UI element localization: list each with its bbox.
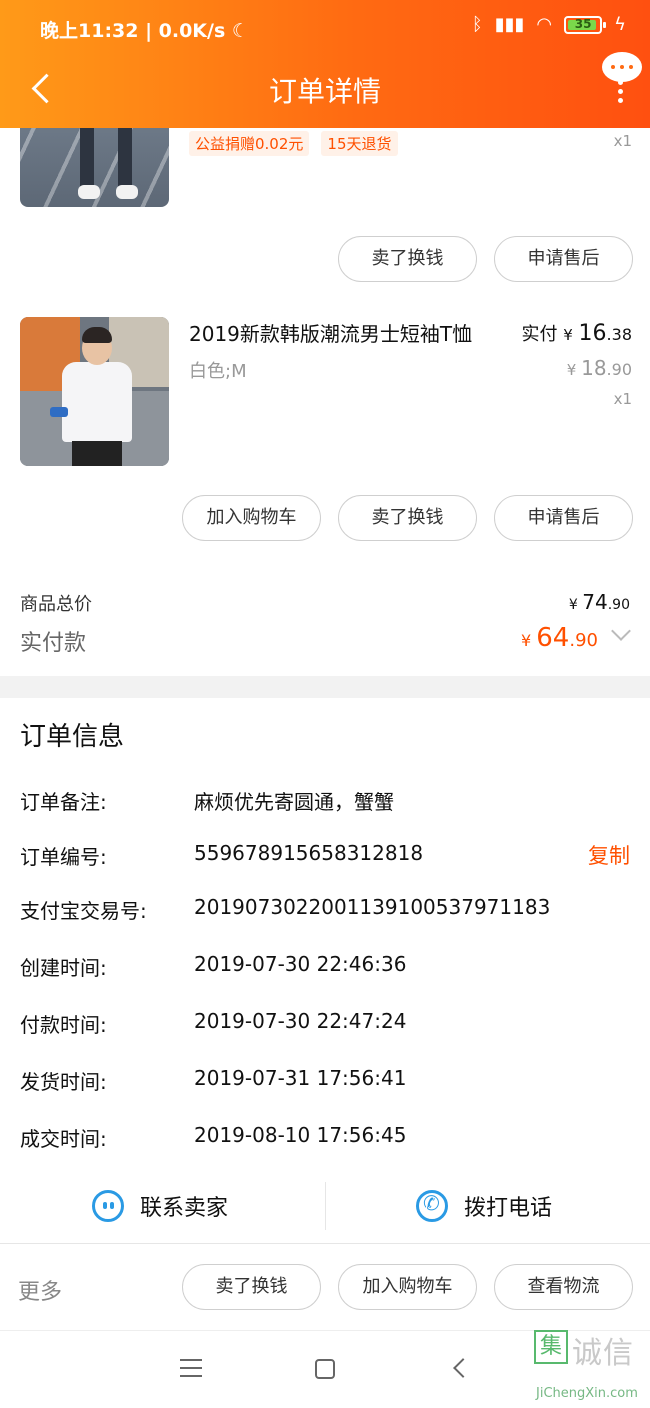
contact-bar: 联系卖家 拨打电话 (0, 1172, 650, 1244)
watermark-logo: 集 诚信 JiChengXin.com (530, 1328, 648, 1406)
info-row-remark: 订单备注: 麻烦优先寄圆通，蟹蟹 (20, 786, 630, 816)
chat-bubble-icon[interactable] (602, 52, 642, 82)
contact-seller-button[interactable]: 联系卖家 (92, 1186, 228, 1226)
call-phone-button[interactable]: 拨打电话 (416, 1186, 552, 1226)
watermark-text: 诚信 (572, 1336, 634, 1371)
info-value: 2019073022001139100537971183 (194, 895, 551, 919)
total-integer: 74 (582, 590, 608, 614)
currency-symbol: ¥ (520, 631, 532, 650)
product-2-after-sales-button[interactable]: 申请售后 (494, 495, 633, 541)
section-divider (0, 676, 650, 698)
info-key: 发货时间: (20, 1070, 107, 1094)
view-logistics-button[interactable]: 查看物流 (494, 1264, 633, 1310)
paid-amount-decimal: .90 (569, 630, 598, 651)
more-options-icon[interactable] (612, 80, 628, 104)
order-info-title: 订单信息 (20, 722, 125, 752)
app-header: 晚上11:32 | 0.0K/s ☾ ᛒ ▮▮▮ ◠ 35 ϟ 订单详情 (0, 0, 650, 128)
status-bar: 晚上11:32 | 0.0K/s ☾ ᛒ ▮▮▮ ◠ 35 ϟ (0, 0, 650, 60)
copy-order-number-button[interactable]: 复制 (588, 840, 630, 870)
contact-divider (325, 1182, 326, 1230)
call-phone-label: 拨打电话 (464, 1196, 553, 1221)
info-value: 2019-07-30 22:47:24 (194, 1009, 407, 1033)
info-row-alipay-number: 支付宝交易号: 2019073022001139100537971183 (20, 895, 630, 925)
watermark-url: JiChengXin.com (536, 1386, 638, 1401)
contact-seller-label: 联系卖家 (140, 1196, 229, 1221)
goods-total-value: ¥ 74.90 (569, 590, 630, 614)
currency-symbol: ¥ (568, 597, 578, 613)
info-row-paid-time: 付款时间: 2019-07-30 22:47:24 (20, 1009, 630, 1039)
status-icons: ᛒ ▮▮▮ ◠ 35 ϟ (472, 14, 626, 35)
product-2-title[interactable]: 2019新款韩版潮流男士短袖T恤 (189, 318, 472, 347)
info-key: 创建时间: (20, 956, 107, 980)
signal-icon: ▮▮▮ (494, 14, 525, 35)
goods-total-label: 商品总价 (20, 594, 92, 615)
info-row-order-number: 订单编号: 559678915658312818 (20, 841, 630, 871)
menu-icon[interactable] (180, 1359, 202, 1377)
return-policy-tag: 15天退货 (321, 131, 398, 156)
product-1-quantity: x1 (613, 132, 632, 150)
info-value: 2019-08-10 17:56:45 (194, 1123, 407, 1147)
paid-amount-value[interactable]: ¥ 64.90 (521, 623, 598, 653)
currency-symbol: ¥ (563, 326, 573, 344)
paid-integer: 16 (578, 321, 607, 346)
info-row-shipped-time: 发货时间: 2019-07-31 17:56:41 (20, 1066, 630, 1096)
product-2-original-price: ¥ 18.90 (567, 356, 632, 380)
info-key: 订单编号: (20, 845, 107, 869)
paid-decimal: .38 (606, 325, 632, 344)
info-value: 2019-07-31 17:56:41 (194, 1066, 407, 1090)
info-value: 麻烦优先寄圆通，蟹蟹 (194, 790, 394, 814)
paid-amount-label: 实付款 (20, 631, 87, 656)
info-value: 2019-07-30 22:46:36 (194, 952, 407, 976)
orig-decimal: .90 (606, 360, 632, 379)
info-row-created-time: 创建时间: 2019-07-30 22:46:36 (20, 952, 630, 982)
charging-icon: ϟ (614, 14, 626, 35)
charity-tag: 公益捐赠0.02元 (189, 131, 310, 156)
product-2-sell-button[interactable]: 卖了换钱 (338, 495, 477, 541)
wifi-icon: ◠ (536, 14, 553, 35)
product-1-sell-button[interactable]: 卖了换钱 (338, 236, 477, 282)
watermark-box: 集 (534, 1330, 568, 1364)
footer-add-to-cart-button[interactable]: 加入购物车 (338, 1264, 477, 1310)
chat-face-icon (92, 1190, 124, 1222)
battery-level: 35 (574, 16, 592, 31)
product-1-after-sales-button[interactable]: 申请售后 (494, 236, 633, 282)
info-key: 订单备注: (20, 790, 107, 814)
chevron-down-icon[interactable] (611, 621, 631, 641)
product-2-add-to-cart-button[interactable]: 加入购物车 (182, 495, 321, 541)
bluetooth-icon: ᛒ (471, 14, 483, 35)
info-key: 成交时间: (20, 1127, 107, 1151)
phone-icon (416, 1190, 448, 1222)
total-decimal: .90 (607, 597, 630, 613)
currency-symbol: ¥ (566, 361, 577, 379)
orig-integer: 18 (581, 356, 607, 380)
battery-icon: 35 (564, 15, 607, 34)
info-key: 付款时间: (20, 1013, 107, 1037)
status-time-network: 晚上11:32 | 0.0K/s ☾ (40, 20, 249, 42)
product-2-sku: 白色;M (189, 361, 247, 382)
product-thumbnail-2[interactable] (20, 317, 169, 466)
page-title: 订单详情 (268, 75, 381, 108)
info-row-completed-time: 成交时间: 2019-08-10 17:56:45 (20, 1123, 630, 1153)
product-2-paid-price: 实付 ¥ 16.38 (522, 320, 632, 346)
info-value: 559678915658312818 (194, 841, 424, 865)
product-2-quantity: x1 (613, 390, 632, 408)
info-key: 支付宝交易号: (20, 899, 147, 923)
home-icon[interactable] (315, 1359, 335, 1379)
paid-amount-integer: 64 (536, 623, 570, 653)
product-1-tags: 公益捐赠0.02元 15天退货 (189, 131, 398, 156)
paid-label: 实付 (521, 324, 558, 345)
back-nav-icon[interactable] (453, 1358, 473, 1378)
footer-sell-button[interactable]: 卖了换钱 (182, 1264, 321, 1310)
more-actions-button[interactable]: 更多 (18, 1274, 62, 1306)
